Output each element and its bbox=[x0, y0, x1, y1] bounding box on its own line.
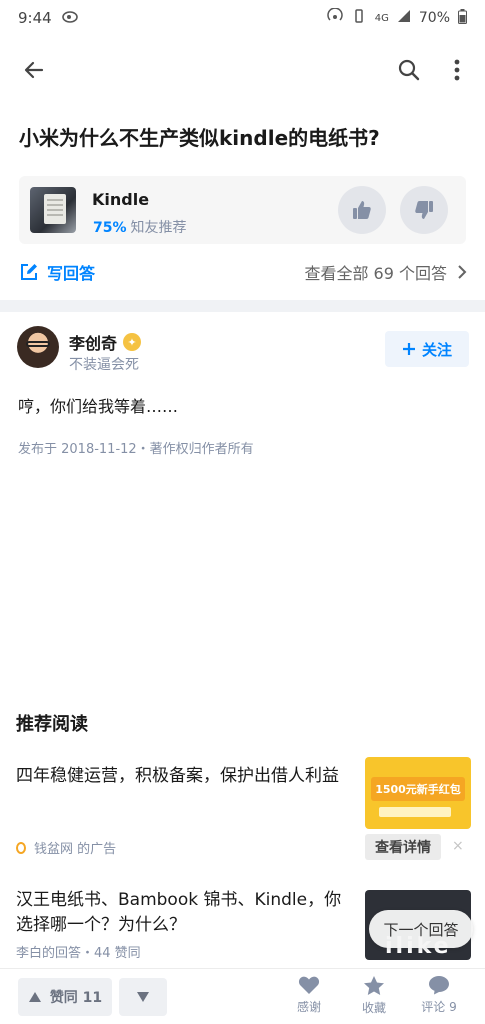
more-vertical-icon bbox=[454, 59, 460, 81]
thumbs-up-icon bbox=[353, 201, 371, 219]
follow-label: 关注 bbox=[421, 340, 452, 359]
comment-label: 评论 9 bbox=[421, 1000, 457, 1014]
question-title[interactable]: 小米为什么不生产类似kindle的电纸书? bbox=[19, 124, 469, 152]
thanks-button[interactable]: 感谢 bbox=[281, 975, 337, 1015]
close-ad-icon[interactable]: × bbox=[452, 838, 464, 854]
author-name-row[interactable]: 李创奇 ✦ bbox=[69, 330, 142, 354]
thanks-label: 感谢 bbox=[296, 1000, 321, 1014]
thumbs-down-icon bbox=[415, 201, 433, 219]
ad-title[interactable]: 四年稳健运营，积极备案，保护出借人利益 bbox=[16, 764, 348, 789]
recommend-item-title[interactable]: 汉王电纸书、Bambook 锦书、Kindle，你选择哪一个？为什么？ bbox=[16, 888, 348, 938]
arrow-left-icon bbox=[24, 61, 44, 79]
more-options-button[interactable] bbox=[437, 50, 477, 90]
ad-detail-button[interactable]: 查看详情 bbox=[365, 834, 441, 860]
write-answer-button[interactable]: 写回答 bbox=[19, 260, 95, 284]
ad-image-text: 1500元新手红包 bbox=[371, 777, 465, 801]
recommend-item-meta: 李白的回答・44 赞同 bbox=[16, 946, 141, 961]
answer-meta: 发布于 2018-11-12・著作权归作者所有 bbox=[18, 442, 254, 457]
section-divider bbox=[0, 300, 485, 312]
battery-icon bbox=[458, 8, 467, 28]
vibrate-icon bbox=[351, 8, 367, 28]
bottom-action-bar: 赞同 11 感谢 收藏 评论 9 bbox=[0, 968, 485, 1024]
comment-bubble-icon bbox=[429, 976, 449, 995]
back-button[interactable] bbox=[14, 50, 54, 90]
author-avatar[interactable] bbox=[17, 326, 59, 368]
author-name: 李创奇 bbox=[69, 334, 118, 353]
plus-icon bbox=[402, 343, 415, 355]
search-icon bbox=[398, 59, 420, 81]
favorite-label: 收藏 bbox=[361, 1001, 386, 1015]
author-bio: 不装逼会死 bbox=[69, 357, 139, 373]
next-answer-button[interactable]: 下一个回答 bbox=[369, 910, 473, 948]
rating-label: 知友推荐 bbox=[130, 220, 187, 236]
status-bar: 9:44 4G 70% bbox=[0, 0, 485, 36]
status-time: 9:44 bbox=[18, 9, 52, 27]
ad-source-label: 钱盆网 的广告 bbox=[34, 842, 117, 857]
battery-level: 70% bbox=[418, 10, 450, 26]
upvote-label: 赞同 11 bbox=[49, 990, 103, 1006]
product-thumbnail bbox=[30, 187, 76, 233]
location-pin-icon bbox=[16, 841, 26, 854]
rating-percent: 75% bbox=[93, 220, 127, 236]
star-icon bbox=[364, 976, 384, 995]
product-like-button[interactable] bbox=[338, 186, 386, 234]
weibo-icon bbox=[61, 9, 80, 27]
product-name: Kindle bbox=[92, 190, 150, 209]
write-answer-label: 写回答 bbox=[47, 264, 96, 283]
product-card[interactable]: Kindle 75% 知友推荐 bbox=[19, 176, 466, 244]
heart-icon bbox=[298, 976, 320, 994]
top-toolbar bbox=[0, 44, 485, 94]
triangle-up-icon bbox=[28, 992, 41, 1002]
comment-button[interactable]: 评论 9 bbox=[411, 975, 467, 1015]
product-rating: 75% 知友推荐 bbox=[93, 217, 187, 237]
answer-body: 哼，你们给我等着…… bbox=[18, 397, 179, 416]
favorite-button[interactable]: 收藏 bbox=[346, 975, 402, 1016]
network-type: 4G bbox=[374, 12, 389, 24]
recommend-heading: 推荐阅读 bbox=[16, 714, 88, 735]
follow-button[interactable]: 关注 bbox=[385, 331, 469, 367]
upvote-button[interactable]: 赞同 11 bbox=[18, 978, 112, 1016]
author-badge-icon: ✦ bbox=[123, 333, 142, 351]
product-dislike-button[interactable] bbox=[400, 186, 448, 234]
edit-icon bbox=[21, 264, 37, 280]
ad-image[interactable]: 1500元新手红包 bbox=[365, 757, 471, 829]
downvote-button[interactable] bbox=[119, 978, 167, 1016]
triangle-down-icon bbox=[137, 992, 149, 1002]
signal-icon bbox=[397, 9, 411, 27]
search-button[interactable] bbox=[389, 50, 429, 90]
view-all-label: 查看全部 69 个回答 bbox=[304, 264, 447, 283]
hotspot-icon bbox=[327, 7, 343, 28]
chevron-right-icon bbox=[458, 265, 467, 279]
view-all-answers-link[interactable]: 查看全部 69 个回答 bbox=[304, 260, 467, 284]
ad-source: 钱盆网 的广告 bbox=[16, 838, 116, 857]
